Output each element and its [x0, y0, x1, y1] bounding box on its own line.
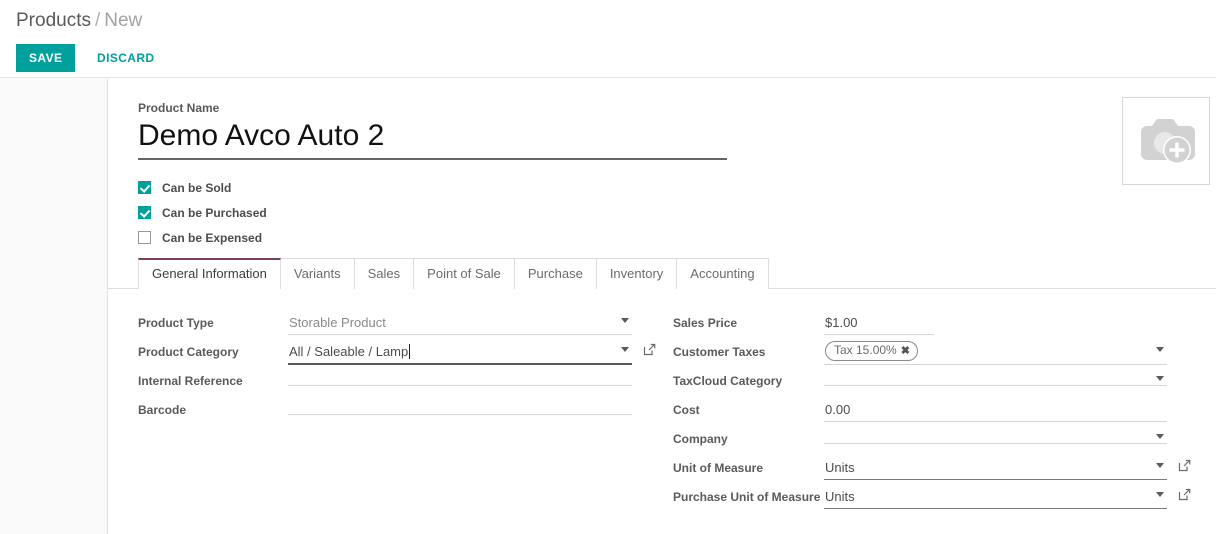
can-be-sold-label[interactable]: Can be Sold — [162, 181, 231, 195]
sales-price-input[interactable]: $1.00 — [824, 311, 934, 335]
breadcrumb: Products/New — [16, 9, 142, 33]
product-name-label: Product Name — [138, 101, 738, 115]
field-product-category: Product Category All / Saleable / Lamp — [138, 340, 632, 367]
product-category-input[interactable]: All / Saleable / Lamp — [288, 340, 632, 365]
breadcrumb-separator: / — [95, 10, 100, 31]
product-type-input[interactable]: Storable Product — [288, 311, 632, 335]
can-be-purchased-label[interactable]: Can be Purchased — [162, 206, 267, 220]
unit-of-measure-label: Unit of Measure — [673, 456, 824, 476]
checkbox-row-can-be-sold: Can be Sold — [138, 175, 267, 200]
chevron-down-icon[interactable] — [1156, 347, 1164, 352]
product-type-label: Product Type — [138, 311, 288, 331]
internal-reference-input[interactable] — [288, 369, 632, 386]
checkbox-row-can-be-purchased: Can be Purchased — [138, 200, 267, 225]
remove-tag-icon[interactable]: ✖ — [901, 345, 910, 357]
field-taxcloud-category: TaxCloud Category — [673, 369, 1167, 396]
chevron-down-icon[interactable] — [1156, 492, 1164, 497]
breadcrumb-products-link[interactable]: Products — [16, 10, 91, 31]
customer-taxes-label: Customer Taxes — [673, 340, 824, 360]
camera-add-icon — [1135, 113, 1197, 169]
field-customer-taxes: Customer Taxes Tax 15.00% ✖ — [673, 340, 1167, 367]
chevron-down-icon[interactable] — [621, 318, 629, 323]
chevron-down-icon[interactable] — [1156, 463, 1164, 468]
can-be-sold-checkbox[interactable] — [138, 181, 151, 194]
cost-label: Cost — [673, 398, 824, 418]
purchase-unit-of-measure-label: Purchase Unit of Measure — [673, 485, 824, 505]
tab-general-information[interactable]: General Information — [138, 258, 281, 289]
tax-tag-label: Tax 15.00% — [834, 343, 897, 357]
field-barcode: Barcode — [138, 398, 632, 425]
chevron-down-icon[interactable] — [621, 347, 629, 352]
company-label: Company — [673, 427, 824, 447]
taxcloud-category-label: TaxCloud Category — [673, 369, 824, 389]
notebook-tabs: General Information Variants Sales Point… — [107, 258, 1216, 289]
tab-purchase[interactable]: Purchase — [514, 258, 597, 289]
sales-price-label: Sales Price — [673, 311, 824, 331]
general-info-left-column: Product Type Storable Product Product Ca… — [138, 311, 632, 427]
purchase-unit-of-measure-input[interactable]: Units — [824, 485, 1167, 509]
internal-link-icon[interactable] — [1178, 488, 1191, 504]
chevron-down-icon[interactable] — [1156, 376, 1164, 381]
field-unit-of-measure: Unit of Measure Units — [673, 456, 1167, 483]
can-be-expensed-checkbox[interactable] — [138, 231, 151, 244]
field-internal-reference: Internal Reference — [138, 369, 632, 396]
can-be-expensed-label[interactable]: Can be Expensed — [162, 231, 262, 245]
tax-tag[interactable]: Tax 15.00% ✖ — [825, 341, 918, 361]
product-category-label: Product Category — [138, 340, 288, 360]
tab-point-of-sale[interactable]: Point of Sale — [413, 258, 515, 289]
product-flags-group: Can be Sold Can be Purchased Can be Expe… — [138, 175, 267, 250]
product-name-input[interactable]: Demo Avco Auto 2 — [138, 117, 727, 160]
product-name-block: Product Name Demo Avco Auto 2 — [138, 101, 738, 160]
internal-link-icon[interactable] — [1178, 459, 1191, 475]
barcode-input[interactable] — [288, 398, 632, 415]
tab-inventory[interactable]: Inventory — [596, 258, 677, 289]
tab-sales[interactable]: Sales — [354, 258, 415, 289]
barcode-label: Barcode — [138, 398, 288, 418]
breadcrumb-current: New — [104, 10, 142, 31]
can-be-purchased-checkbox[interactable] — [138, 206, 151, 219]
field-sales-price: Sales Price $1.00 — [673, 311, 1167, 338]
field-purchase-unit-of-measure: Purchase Unit of Measure Units — [673, 485, 1167, 512]
field-cost: Cost 0.00 — [673, 398, 1167, 425]
field-company: Company — [673, 427, 1167, 454]
internal-reference-label: Internal Reference — [138, 369, 288, 389]
save-button[interactable]: SAVE — [16, 44, 75, 72]
checkbox-row-can-be-expensed: Can be Expensed — [138, 225, 267, 250]
cost-input[interactable]: 0.00 — [824, 398, 1167, 422]
internal-link-icon[interactable] — [643, 343, 656, 359]
discard-button[interactable]: DISCARD — [87, 44, 164, 72]
tab-variants[interactable]: Variants — [280, 258, 355, 289]
field-product-type: Product Type Storable Product — [138, 311, 632, 338]
chevron-down-icon[interactable] — [1156, 434, 1164, 439]
unit-of-measure-input[interactable]: Units — [824, 456, 1167, 480]
general-info-right-column: Sales Price $1.00 Customer Taxes Tax 15.… — [673, 311, 1167, 514]
form-action-buttons: SAVE DISCARD — [16, 44, 164, 72]
customer-taxes-input[interactable]: Tax 15.00% ✖ — [824, 340, 1167, 365]
company-input[interactable] — [824, 427, 1167, 444]
text-caret — [409, 344, 410, 359]
product-image-upload[interactable] — [1122, 97, 1210, 185]
tab-accounting[interactable]: Accounting — [676, 258, 768, 289]
product-category-value: All / Saleable / Lamp — [289, 344, 408, 359]
form-body: Product Name Demo Avco Auto 2 Can be Sol… — [0, 79, 1216, 534]
taxcloud-category-input[interactable] — [824, 369, 1167, 386]
control-panel: Products/New SAVE DISCARD — [0, 0, 1216, 78]
